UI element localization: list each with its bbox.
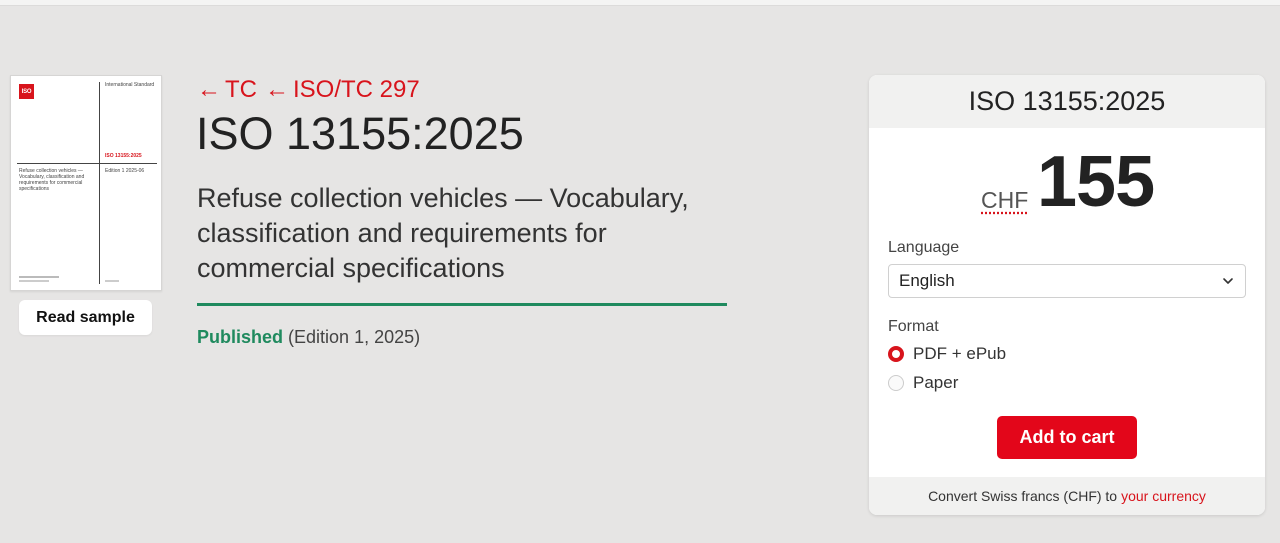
top-strip [0, 0, 1280, 6]
breadcrumb-label: TC [225, 76, 257, 103]
price-display: CHF 155 [869, 142, 1265, 225]
your-currency-link[interactable]: your currency [1121, 488, 1206, 504]
cover-edition: Edition 1 2025-06 [105, 168, 145, 174]
cover-vertical-rule [99, 82, 100, 284]
read-sample-button[interactable]: Read sample [19, 300, 152, 335]
breadcrumb-link-iso-tc-297[interactable]: ← ISO/TC 297 [265, 76, 420, 103]
iso-logo: ISO [19, 84, 34, 99]
standard-subtitle: Refuse collection vehicles — Vocabulary,… [197, 183, 689, 283]
card-header-title: ISO 13155:2025 [869, 75, 1265, 128]
purchase-card: ISO 13155:2025 CHF 155 Language English … [869, 75, 1265, 515]
language-label: Language [888, 239, 960, 256]
cover-footer-line [19, 280, 49, 282]
standard-cover-thumbnail[interactable]: ISO International Standard ISO 13155:202… [10, 75, 162, 291]
format-option-paper[interactable]: Paper [888, 373, 958, 393]
radio-unselected-icon[interactable] [888, 375, 904, 391]
language-select[interactable]: English [888, 264, 1246, 298]
breadcrumb-link-tc[interactable]: ← TC [197, 76, 257, 103]
cover-standard-type: International Standard [105, 82, 155, 88]
arrow-left-icon: ← [265, 76, 289, 103]
breadcrumb: ← TC ← ISO/TC 297 [197, 76, 420, 104]
page-title: ISO 13155:2025 [196, 108, 524, 159]
cover-footer-line [105, 280, 119, 282]
format-label: Format [888, 318, 939, 335]
format-option-label: Paper [913, 373, 959, 392]
edition-info: (Edition 1, 2025) [288, 327, 421, 347]
cover-horizontal-rule [17, 163, 157, 164]
radio-selected-icon[interactable] [888, 346, 904, 362]
publication-status: Published (Edition 1, 2025) [197, 327, 420, 348]
language-select-value: English [899, 271, 955, 290]
currency-convert-footer: Convert Swiss francs (CHF) to your curre… [869, 477, 1265, 515]
chevron-down-icon [1223, 278, 1233, 284]
cover-title: Refuse collection vehicles — Vocabulary,… [19, 168, 85, 192]
convert-text: Convert Swiss francs (CHF) to [928, 488, 1118, 504]
title-divider [197, 303, 727, 306]
cover-standard-number: ISO 13155:2025 [105, 153, 142, 159]
add-to-cart-button[interactable]: Add to cart [997, 416, 1137, 459]
format-option-pdf-epub[interactable]: PDF + ePub [888, 344, 1006, 364]
format-option-label: PDF + ePub [913, 344, 1007, 363]
price-amount: 155 [1037, 142, 1155, 222]
breadcrumb-label: ISO/TC 297 [293, 76, 420, 103]
cover-footer-line [19, 276, 59, 278]
currency-code[interactable]: CHF [981, 187, 1028, 214]
arrow-left-icon: ← [197, 76, 221, 103]
status-badge: Published [197, 327, 284, 347]
